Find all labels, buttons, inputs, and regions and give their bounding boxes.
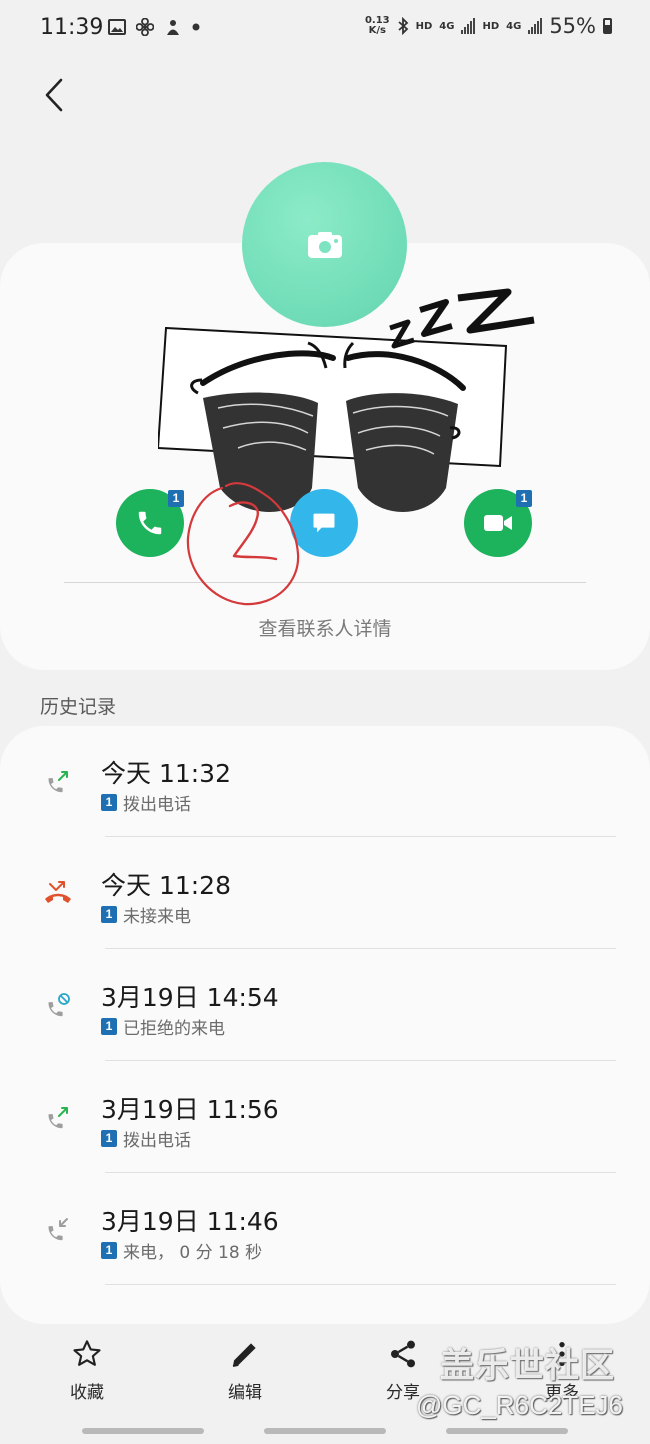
call-description: 来电， 0 分 18 秒	[123, 1243, 263, 1263]
incoming-call-icon	[48, 1218, 68, 1241]
call-history-list: 今天 11:32 1 拨出电话 今天 11:28 1 未接来电 3月19日 14…	[0, 726, 650, 1324]
star-icon	[73, 1340, 101, 1366]
call-detail: 1 来电， 0 分 18 秒	[101, 1238, 262, 1263]
more-button[interactable]: 更多	[512, 1338, 612, 1403]
call-description: 已拒绝的来电	[123, 1019, 225, 1039]
call-history-item[interactable]: 3月19日 11:56 1 拨出电话	[0, 1062, 650, 1174]
call-time: 今天 11:28	[101, 871, 231, 900]
sim-badge: 1	[101, 1130, 117, 1147]
call-time: 3月19日 11:56	[101, 1095, 279, 1124]
missed-call-icon	[45, 881, 71, 903]
status-right: 0.13 K/s HD 4G HD 4G 55%	[365, 14, 612, 38]
dot-icon	[192, 23, 200, 31]
call-time: 今天 11:32	[101, 759, 231, 788]
call-history-item[interactable]: 今天 11:28 1 未接来电	[0, 838, 650, 950]
edit-button[interactable]: 编辑	[195, 1338, 295, 1403]
camera-icon	[307, 231, 342, 258]
call-detail: 1 拨出电话	[101, 790, 191, 815]
call-description: 未接来电	[123, 907, 191, 927]
chevron-left-icon	[45, 78, 63, 112]
sleepy-eyes-sticker	[158, 288, 535, 512]
network-type-1: 4G	[439, 20, 455, 32]
video-sim-badge: 1	[516, 490, 532, 507]
favorite-label: 收藏	[70, 1383, 104, 1403]
signal-icon-1	[461, 18, 476, 34]
battery-percent: 55%	[549, 14, 596, 38]
status-bar: 11:39 0.13 K/s HD 4G HD 4G 55%	[0, 0, 650, 60]
status-time: 11:39	[40, 15, 104, 40]
call-description: 拨出电话	[123, 1131, 191, 1151]
favorite-button[interactable]: 收藏	[37, 1338, 137, 1403]
row-divider	[105, 948, 616, 949]
history-title: 历史记录	[40, 696, 117, 718]
app-notification-icon	[167, 20, 179, 35]
row-divider	[105, 1172, 616, 1173]
fan-icon	[136, 18, 154, 36]
call-time: 3月19日 11:46	[101, 1207, 279, 1236]
call-detail: 1 拨出电话	[101, 1126, 191, 1151]
sim-badge: 1	[101, 1018, 117, 1035]
back-button[interactable]	[34, 72, 74, 118]
network-speed-unit: K/s	[368, 25, 386, 36]
outgoing-call-icon	[48, 1107, 68, 1129]
call-detail: 1 已拒绝的来电	[101, 1014, 225, 1039]
bluetooth-icon	[398, 17, 408, 35]
network-type-2: 4G	[506, 20, 522, 32]
row-divider	[105, 836, 616, 837]
more-label: 更多	[545, 1383, 579, 1403]
message-icon	[313, 513, 335, 533]
message-button[interactable]	[290, 489, 358, 557]
call-history-item[interactable]: 3月19日 11:46 1 来电， 0 分 18 秒	[0, 1174, 650, 1286]
row-divider	[105, 1060, 616, 1061]
video-camera-icon	[484, 515, 512, 531]
nav-pill-center	[264, 1428, 386, 1434]
hd-label-1: HD	[415, 20, 433, 32]
row-divider	[105, 1284, 616, 1285]
signal-icon-2	[528, 18, 543, 34]
battery-icon	[603, 18, 612, 34]
notification-icons	[108, 18, 200, 36]
call-history-item[interactable]: 3月19日 14:54 1 已拒绝的来电	[0, 950, 650, 1062]
edit-label: 编辑	[228, 1383, 262, 1403]
more-vertical-icon	[559, 1342, 565, 1366]
call-history-item[interactable]: 今天 11:32 1 拨出电话	[0, 726, 650, 838]
nav-pill-right	[446, 1428, 568, 1434]
outgoing-call-icon	[48, 771, 68, 793]
network-speed: 0.13 K/s	[365, 16, 390, 36]
call-sim-badge: 1	[168, 490, 184, 507]
call-detail: 1 未接来电	[101, 902, 191, 927]
call-description: 拨出电话	[123, 795, 191, 815]
phone-icon	[138, 511, 162, 535]
card-divider	[64, 582, 586, 583]
share-icon	[391, 1340, 415, 1368]
pencil-icon	[232, 1343, 256, 1367]
sim-badge: 1	[101, 906, 117, 923]
sim-badge: 1	[101, 794, 117, 811]
gallery-icon	[108, 19, 126, 35]
sim-badge: 1	[101, 1242, 117, 1259]
call-time: 3月19日 14:54	[101, 983, 279, 1012]
nav-pill-left	[82, 1428, 204, 1434]
hd-label-2: HD	[482, 20, 500, 32]
share-label: 分享	[386, 1383, 420, 1403]
bottom-toolbar: 收藏 编辑 分享 更多	[0, 1324, 650, 1444]
view-contact-details-link[interactable]: 查看联系人详情	[0, 614, 650, 641]
rejected-call-icon	[48, 993, 70, 1017]
share-button[interactable]: 分享	[353, 1338, 453, 1403]
